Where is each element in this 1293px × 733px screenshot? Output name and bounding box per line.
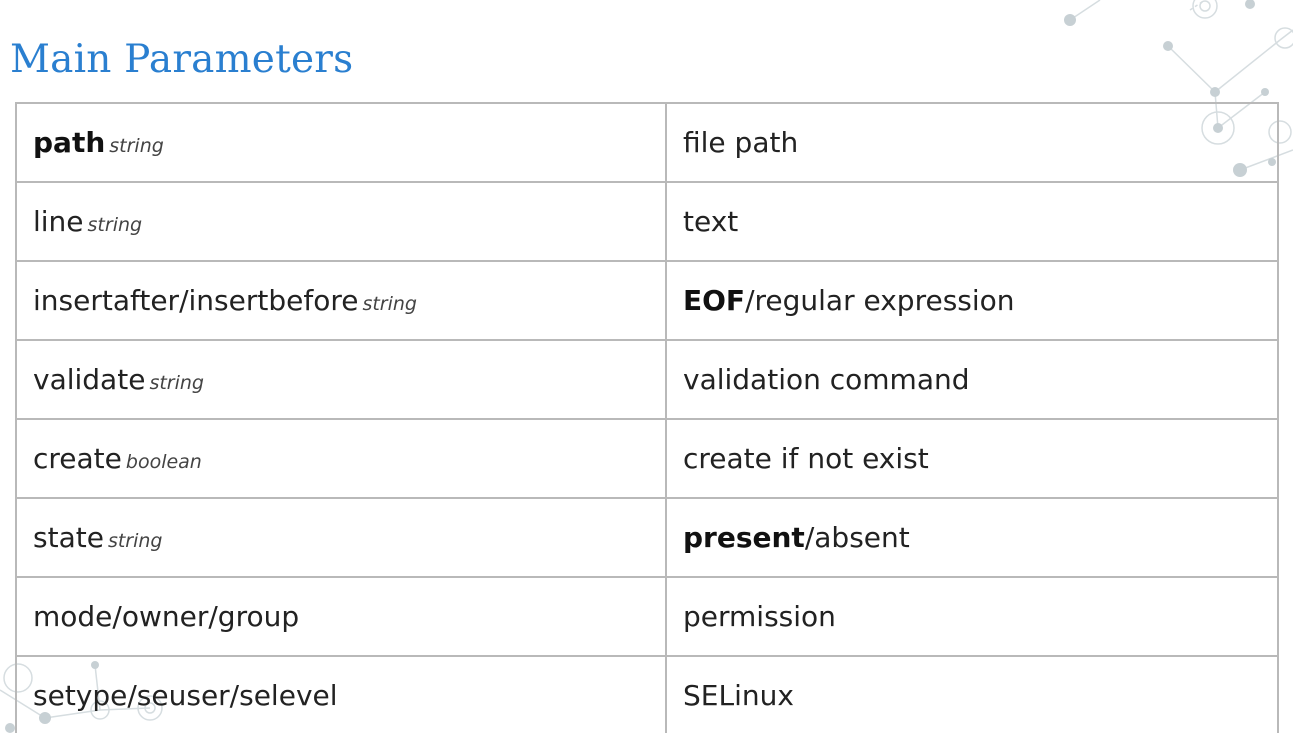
parameter-type: string <box>109 135 164 157</box>
parameter-description-cell: present/absent <box>665 497 1279 578</box>
page-title: Main Parameters <box>10 37 354 82</box>
parameter-name: create <box>33 442 122 475</box>
parameter-name-cell: state string <box>15 497 667 578</box>
parameter-type: string <box>362 293 417 315</box>
parameter-description-emphasis: EOF <box>683 284 746 317</box>
table-row: mode/owner/group permission <box>15 576 1279 657</box>
parameter-description-cell: validation command <box>665 339 1279 420</box>
parameter-description: /regular expression <box>745 284 1015 317</box>
parameters-table-body: path string file path line string text inserta… <box>15 102 1279 733</box>
parameter-name: insertafter/insertbefore <box>33 284 359 317</box>
parameter-description-cell: text <box>665 181 1279 262</box>
parameter-name: validate <box>33 363 146 396</box>
parameter-description-emphasis: present <box>683 521 805 554</box>
parameter-name-cell: insertafter/insertbefore string <box>15 260 667 341</box>
parameter-description: /absent <box>804 521 910 554</box>
table-row: line string text <box>15 181 1279 262</box>
parameter-name-cell: mode/owner/group <box>15 576 667 657</box>
parameter-type: string <box>149 372 204 394</box>
parameters-table: path string file path line string text inserta… <box>15 102 1279 733</box>
parameter-name: path <box>33 126 106 159</box>
parameter-name: line <box>33 205 84 238</box>
parameter-description-cell: permission <box>665 576 1279 657</box>
parameter-description-cell: EOF/regular expression <box>665 260 1279 341</box>
slide: Main Parameters path string file path line s… <box>0 0 1293 733</box>
parameter-name-cell: path string <box>15 102 667 183</box>
parameter-description-cell: create if not exist <box>665 418 1279 499</box>
parameter-type: string <box>107 530 163 552</box>
table-row: state string present/absent <box>15 497 1279 578</box>
parameter-description: validation command <box>683 363 970 396</box>
parameter-name-cell: setype/seuser/selevel <box>15 655 667 733</box>
parameter-type: string <box>87 214 143 236</box>
table-row: insertafter/insertbefore string EOF/regula… <box>15 260 1279 341</box>
parameter-description-cell: SELinux <box>665 655 1279 733</box>
table-row: validate string validation command <box>15 339 1279 420</box>
table-row: setype/seuser/selevel SELinux <box>15 655 1279 733</box>
parameter-name: mode/owner/group <box>33 600 300 633</box>
parameter-name-cell: line string <box>15 181 667 262</box>
parameter-description: SELinux <box>683 679 794 712</box>
parameter-name: setype/seuser/selevel <box>33 679 338 712</box>
parameter-description: permission <box>683 600 836 633</box>
parameter-description: text <box>683 205 739 238</box>
table-row: create boolean create if not exist <box>15 418 1279 499</box>
parameter-name-cell: create boolean <box>15 418 667 499</box>
parameter-description: file path <box>683 126 799 159</box>
parameter-type: boolean <box>125 451 202 473</box>
parameter-name: state <box>33 521 104 554</box>
parameter-name-cell: validate string <box>15 339 667 420</box>
parameter-description-cell: file path <box>665 102 1279 183</box>
table-row: path string file path <box>15 102 1279 183</box>
parameter-description: create if not exist <box>683 442 929 475</box>
